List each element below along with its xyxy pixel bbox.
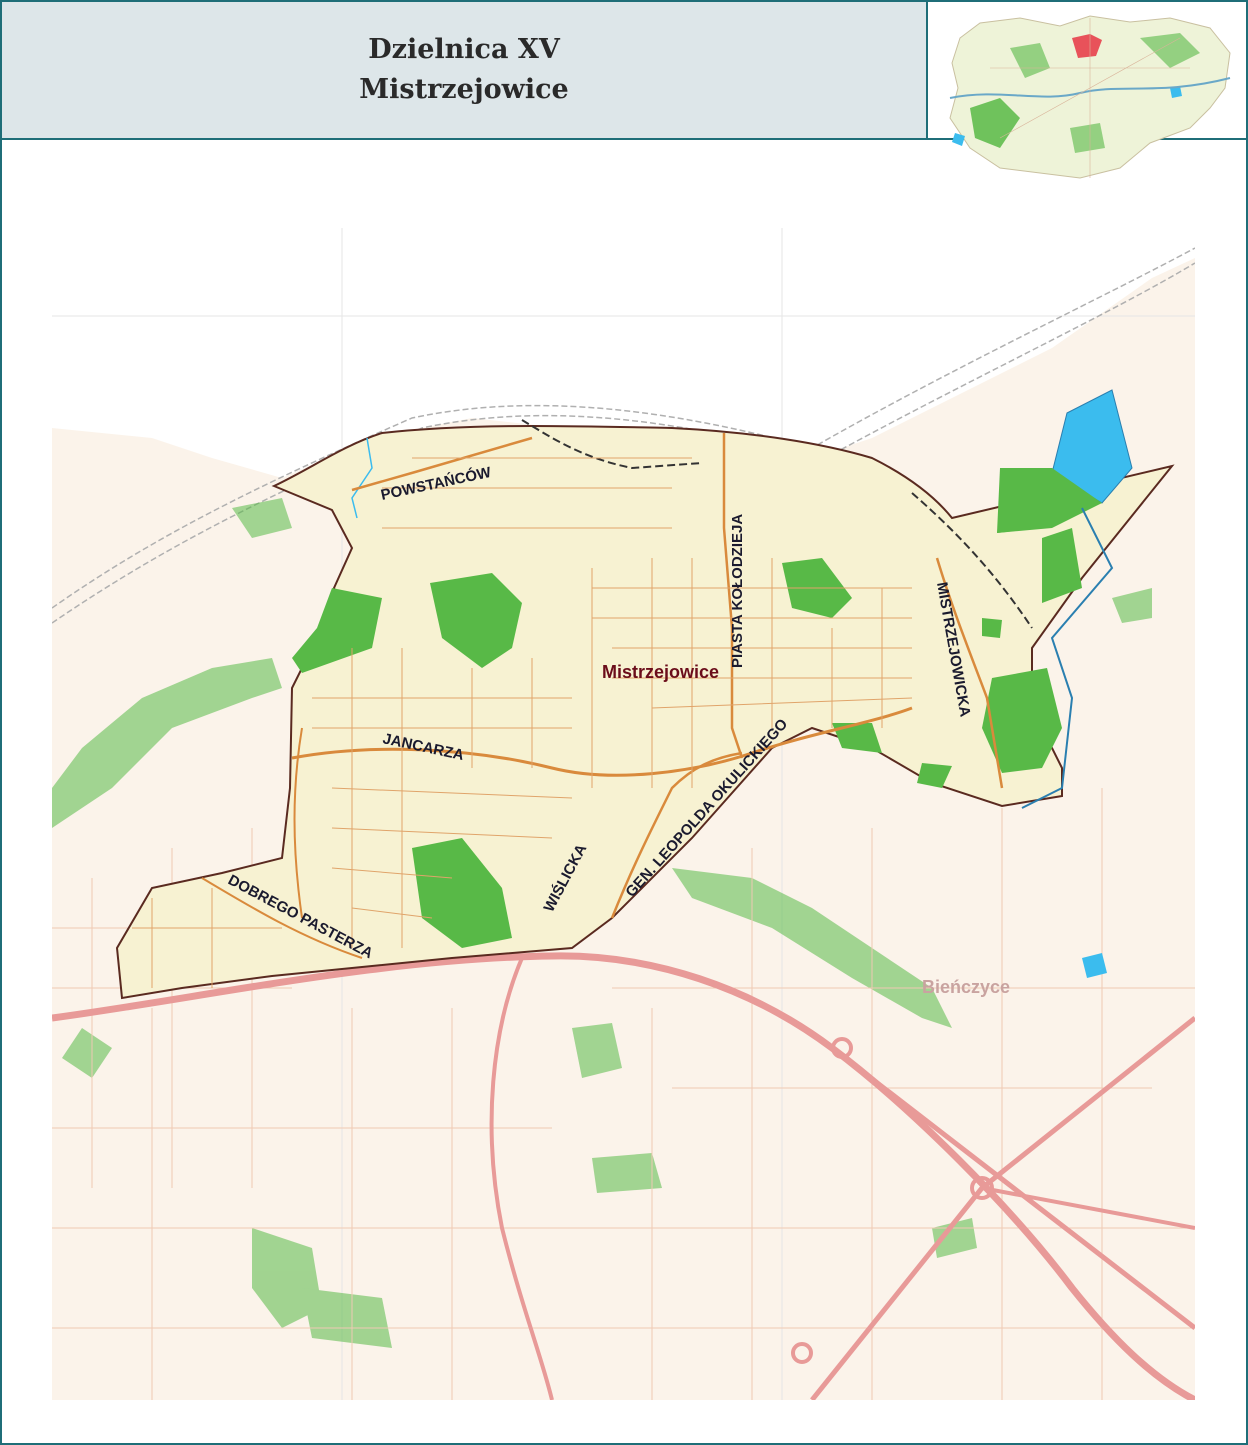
page-subtitle: Mistrzejowice [359,74,569,105]
locator-map [940,8,1236,186]
street-label-piasta-kolodzieja: PIASTA KOŁODZIEJA [729,514,746,668]
page-title: Dzielnica XV [368,34,560,65]
header-banner: Dzielnica XV Mistrzejowice [2,2,928,140]
district-name-label: Mistrzejowice [602,662,719,682]
neighbor-district-label: Bieńczyce [922,977,1010,997]
district-map: POWSTAŃCÓW PIASTA KOŁODZIEJA MISTRZEJOWI… [52,228,1195,1400]
